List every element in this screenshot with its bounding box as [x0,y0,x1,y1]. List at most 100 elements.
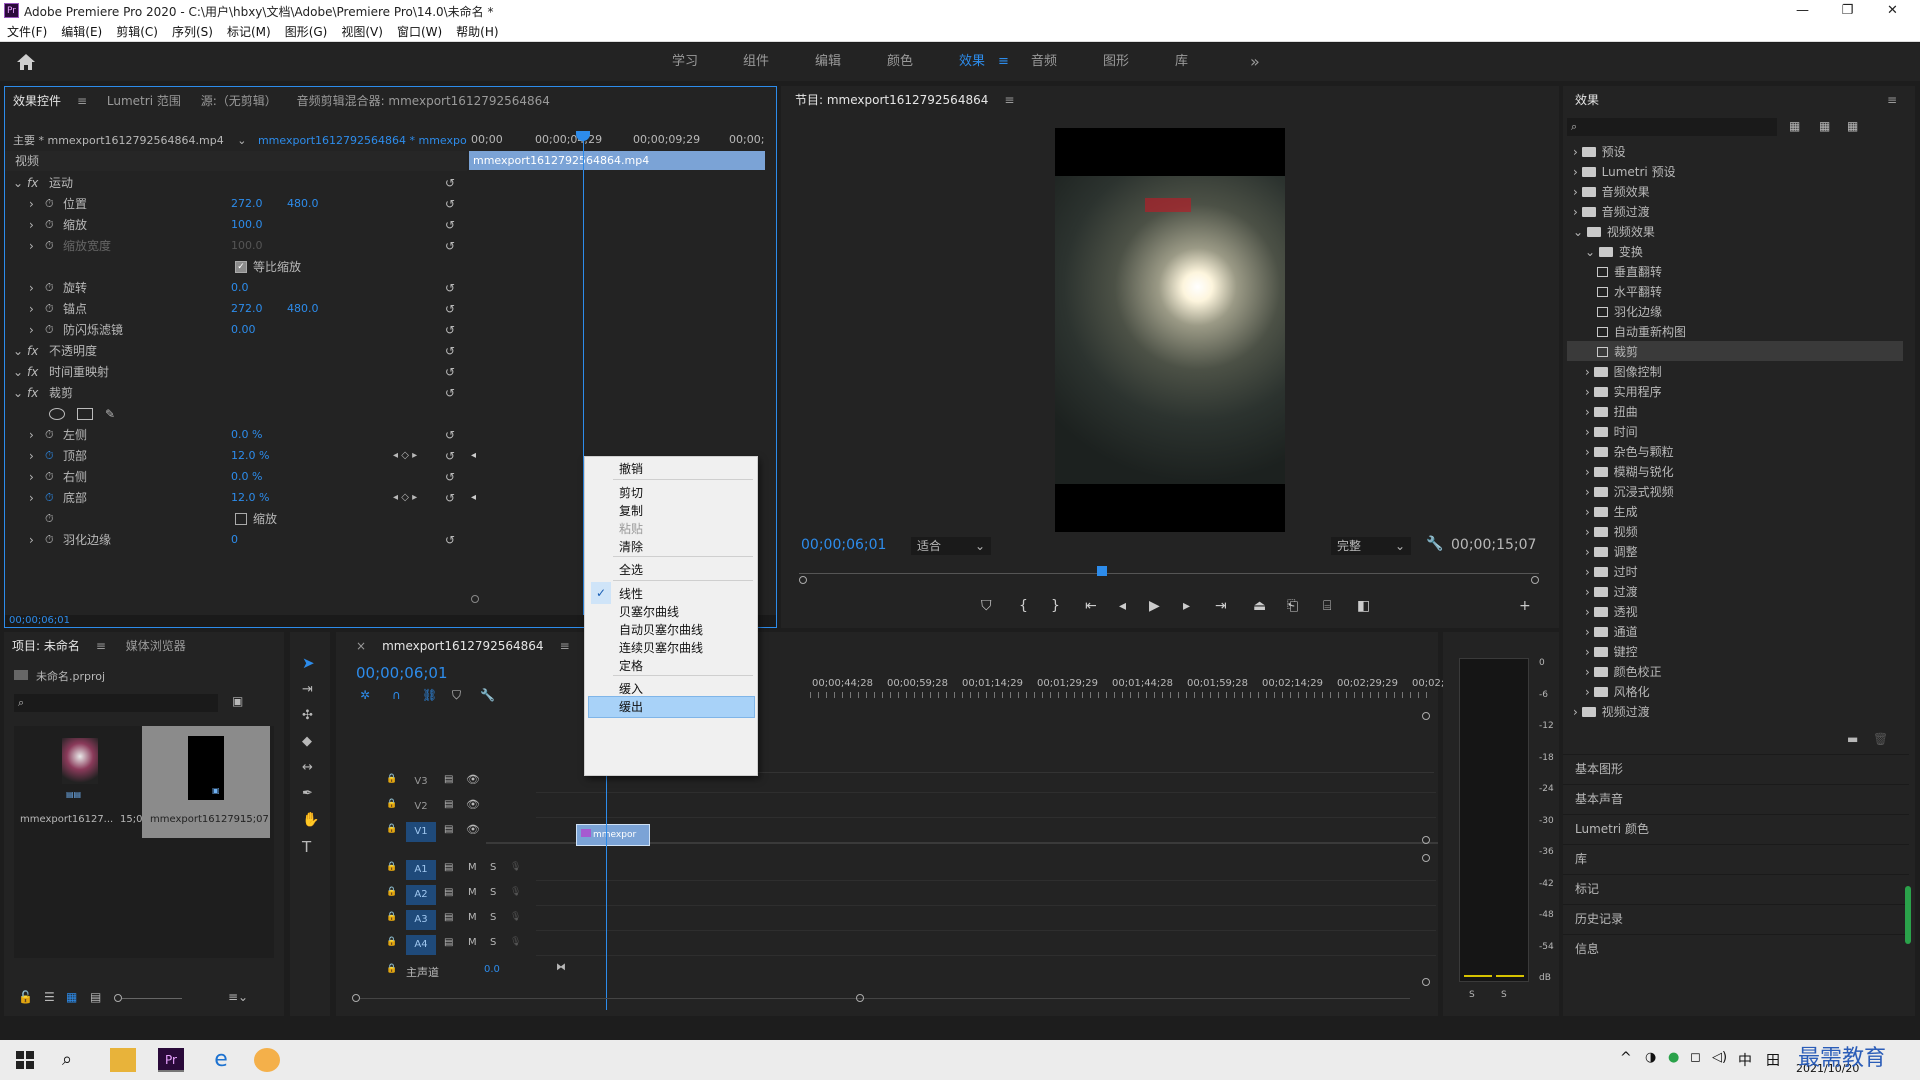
selection-tool-icon[interactable]: ➤ [302,654,315,672]
effects-tree-item[interactable]: › 生成 [1585,502,1638,522]
play-icon[interactable]: ▶ [1149,598,1160,614]
track-eye-icon[interactable]: 👁 [466,798,480,811]
lift-icon[interactable]: ⏏ [1253,598,1266,614]
project-item-selected[interactable]: ▣ mmexport161279... 15;07 [142,726,270,838]
accelerated-effects-icon[interactable]: ▦ [1789,119,1800,133]
ec-property-row[interactable]: ✓ 等比缩放 [5,257,467,277]
voice-over-icon[interactable]: 🎙 [510,912,521,922]
expand-icon[interactable]: ⌄ [1585,245,1599,259]
ec-property-value[interactable]: 0.00 [231,320,256,340]
stopwatch-icon[interactable]: ⏱ [45,215,54,235]
lock-icon[interactable]: 🔓 [18,990,33,1004]
menu-item[interactable]: 线性 [619,584,643,604]
program-playhead-icon[interactable] [1097,566,1107,576]
effects-tree-item[interactable]: 自动重新构图 [1597,322,1686,342]
list-view-icon[interactable]: ☰ [44,990,55,1004]
edge-browser-icon[interactable]: e [208,1048,234,1072]
solo-button[interactable]: S [490,912,496,923]
effects-tree-item[interactable]: › 透视 [1585,602,1638,622]
reset-icon[interactable]: ↺ [445,383,455,403]
expand-icon[interactable]: › [29,446,34,466]
razor-tool-icon[interactable]: ◆ [302,734,312,749]
sub-panel-header[interactable]: Lumetri 颜色 [1563,814,1909,842]
sort-icon[interactable]: ≡⌄ [228,990,248,1004]
expand-icon[interactable]: › [1573,165,1582,179]
effects-tree-item[interactable]: › 视频过渡 [1573,702,1650,722]
reset-icon[interactable]: ↺ [445,425,455,445]
program-menu-icon[interactable]: ≡ [996,86,1022,114]
effects-tree-item[interactable]: › 过渡 [1585,582,1638,602]
new-bin-icon[interactable]: ▬ [1847,732,1858,746]
track-lock-icon[interactable]: 🔒 [386,799,397,809]
menu-item[interactable]: 清除 [619,537,643,557]
voice-over-icon[interactable]: 🎙 [510,887,521,897]
expand-icon[interactable]: › [29,299,34,319]
stopwatch-icon[interactable]: ⏱ [45,530,54,550]
ec-property-row[interactable]: ⌄ fx 运动 ↺ [5,173,467,193]
track-eye-icon[interactable]: 👁 [466,773,480,786]
expand-icon[interactable]: › [1585,665,1594,679]
stopwatch-icon[interactable]: ⏱ [45,320,54,340]
linked-selection-icon[interactable]: ⛓ [422,688,437,702]
menu-file[interactable]: 文件(F) [0,22,54,42]
workspace-assembly[interactable]: 组件 [743,43,769,81]
tray-ime[interactable]: 中 [1738,1050,1752,1070]
ec-property-row[interactable]: › ⏱ 缩放 100.0 ↺ [5,215,467,235]
stopwatch-icon[interactable]: ⏱ [45,194,54,214]
ec-clip-bar[interactable]: mmexport1612792564864.mp4 [469,151,765,170]
step-forward-icon[interactable]: ▸ [1183,598,1190,614]
expand-icon[interactable]: › [1585,585,1594,599]
icon-view-icon[interactable]: ▦ [66,990,77,1004]
workspace-graphics[interactable]: 图形 [1103,43,1129,81]
workspace-editing[interactable]: 编辑 [815,43,841,81]
effects-tree-item[interactable]: 裁剪 [1597,342,1638,362]
sub-panel-header[interactable]: 基本图形 [1563,754,1909,782]
project-menu-icon[interactable]: ≡ [88,632,114,660]
comparison-view-icon[interactable]: ◧ [1357,598,1370,614]
project-search-input[interactable]: ⌕ [14,694,218,712]
effects-search-input[interactable]: ⌕ [1567,118,1777,136]
reset-icon[interactable]: ↺ [445,341,455,361]
fx-icon[interactable]: fx [27,383,38,403]
track-lock-icon[interactable]: 🔒 [386,887,397,897]
master-track-end-icon[interactable]: ⧓ [556,962,566,973]
track-target-button[interactable]: V2 [406,797,436,817]
slip-tool-icon[interactable]: ↔ [302,760,313,775]
menu-view[interactable]: 视图(V) [334,22,390,42]
effects-tree-item[interactable]: › 杂色与颗粒 [1585,442,1674,462]
expand-icon[interactable]: › [1573,705,1582,719]
timeline-timecode[interactable]: 00;00;06;01 [356,664,448,682]
stopwatch-icon[interactable]: ⏱ [45,446,54,466]
ec-time-ruler[interactable]: 00;00 00;00;04;29 00;00;09;29 00;00; [467,131,777,149]
track-lock-icon[interactable]: 🔒 [386,964,397,974]
ec-property-value[interactable]: 100.0 [231,215,263,235]
sub-panel-header[interactable]: 库 [1563,844,1909,872]
expand-icon[interactable]: › [1585,385,1594,399]
extract-icon[interactable]: ⎗ [1287,598,1298,614]
ec-property-row[interactable]: › ⏱ 右侧 0.0 % ↺ [5,467,467,487]
a-scroll-handle-icon[interactable] [1422,978,1430,986]
project-file-name[interactable]: 未命名.prproj [36,670,105,683]
ec-property-value[interactable]: 272.0 [231,299,263,319]
expand-icon[interactable]: › [1585,365,1594,379]
checkbox[interactable]: ✓ [235,261,247,273]
voice-over-icon[interactable]: 🎙 [510,862,521,872]
stopwatch-icon[interactable]: ⏱ [45,509,54,529]
expand-icon[interactable]: › [29,425,34,445]
ec-property-row[interactable]: ⌄ fx 不透明度 ↺ [5,341,467,361]
workspace-learn[interactable]: 学习 [672,43,698,81]
expand-icon[interactable]: › [1585,405,1594,419]
solo-right-button[interactable]: S [1501,990,1507,1000]
stopwatch-icon[interactable]: ⏱ [45,488,54,508]
expand-icon[interactable]: › [29,320,34,340]
tab-audio-clip-mixer[interactable]: 音频剪辑混合器: mmexport1612792564864 [289,87,558,115]
rect-mask-icon[interactable] [77,408,93,420]
app-taskbar-icon[interactable] [254,1048,280,1072]
effects-tree-item[interactable]: › 模糊与锐化 [1585,462,1674,482]
add-marker-icon[interactable]: ⛉ [452,688,461,703]
program-video-frame[interactable] [1055,128,1285,532]
effects-panel-menu-icon[interactable]: ≡ [1879,86,1905,114]
freeform-view-icon[interactable]: ▤ [90,990,101,1004]
menu-item[interactable]: 定格 [619,656,643,676]
keyframe-navigator-icon[interactable]: ◂ ◇ ▸ [393,488,417,508]
